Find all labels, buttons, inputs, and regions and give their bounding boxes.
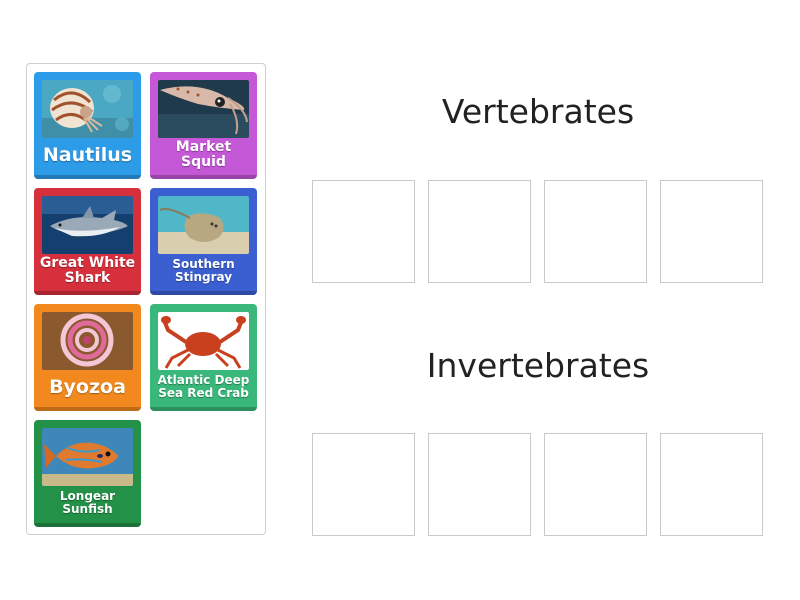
drop-slot[interactable] [660,180,763,283]
card-longear-sunfish[interactable]: Longear Sunfish [34,420,141,527]
drop-slot[interactable] [428,433,531,536]
crab-image [158,312,249,370]
card-label: Longear Sunfish [59,488,116,516]
card-label: Great White Shark [39,254,136,286]
card-great-white-shark[interactable]: Great White Shark [34,188,141,295]
drop-slot[interactable] [544,180,647,283]
stingray-image [158,196,249,254]
sunfish-image [42,428,133,486]
card-label: Atlantic Deep Sea Red Crab [157,372,250,400]
drop-slot[interactable] [312,433,415,536]
card-label: Market Squid [175,138,232,170]
drop-slot[interactable] [312,180,415,283]
nautilus-image [42,80,133,138]
group-heading-invertebrates: Invertebrates [426,346,650,385]
group-heading-vertebrates: Vertebrates [441,92,635,131]
drop-slot[interactable] [428,180,531,283]
drop-slot[interactable] [544,433,647,536]
bryozoa-image [42,312,133,370]
shark-image [42,196,133,254]
card-byozoa[interactable]: Byozoa [34,304,141,411]
card-label: Nautilus [42,143,133,166]
card-atlantic-deep-sea-red-crab[interactable]: Atlantic Deep Sea Red Crab [150,304,257,411]
squid-image [158,80,249,138]
card-label: Byozoa [49,375,126,398]
card-nautilus[interactable]: Nautilus [34,72,141,179]
card-southern-stingray[interactable]: Southern Stingray [150,188,257,295]
card-market-squid[interactable]: Market Squid [150,72,257,179]
drop-slot[interactable] [660,433,763,536]
card-label: Southern Stingray [172,256,235,284]
